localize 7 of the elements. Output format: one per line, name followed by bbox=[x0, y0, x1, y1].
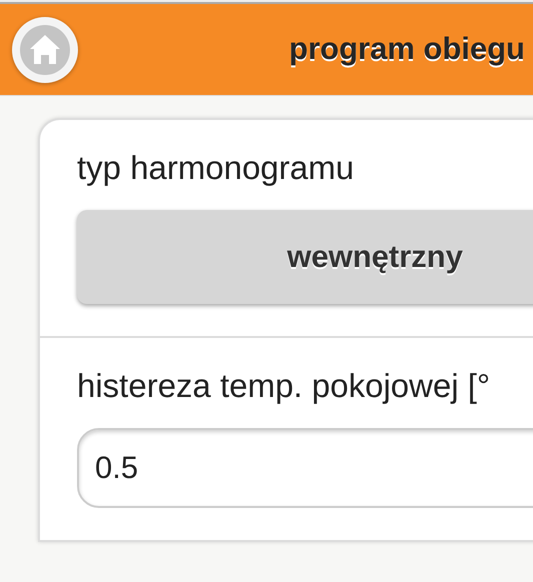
select-button[interactable]: wewnętrzny bbox=[77, 210, 533, 304]
field-label: histereza temp. pokojowej [° bbox=[77, 366, 492, 406]
page-title: program obiegu bbox=[289, 30, 525, 68]
input-field[interactable]: 0.5 bbox=[77, 428, 533, 508]
field-label: typ harmonogramu bbox=[77, 148, 355, 188]
home-button[interactable] bbox=[12, 16, 78, 82]
home-icon bbox=[20, 24, 70, 74]
